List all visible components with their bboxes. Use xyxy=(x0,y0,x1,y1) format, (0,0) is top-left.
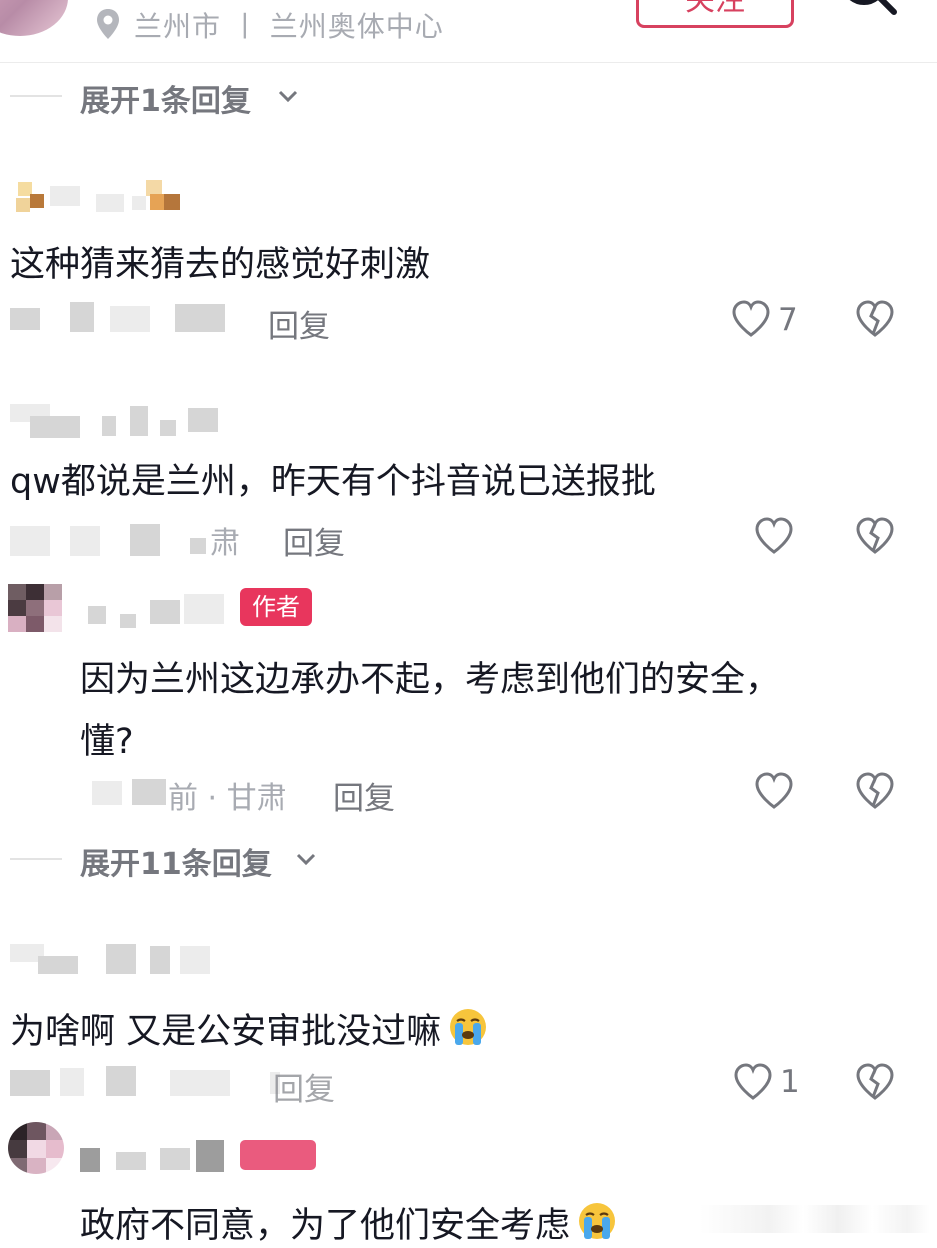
comment-time-location: 前 · 甘肃 xyxy=(168,781,287,816)
commenter-name-blurred[interactable] xyxy=(80,1138,230,1174)
comment-text: 为啥啊 又是公安审批没过嘛 xyxy=(10,1003,489,1054)
chevron-down-icon xyxy=(296,853,316,866)
comment-text: 这种猜来猜去的感觉好刺激 xyxy=(10,245,431,285)
poster-avatar[interactable] xyxy=(0,0,68,36)
like-count: 7 xyxy=(778,302,798,338)
header-divider xyxy=(0,62,937,63)
follow-button-label: 关注 xyxy=(685,0,745,18)
comment-text: 政府不同意，为了他们安全考虑 xyxy=(80,1197,618,1248)
expand-replies-button[interactable]: 展开11条回复 xyxy=(80,839,272,883)
comment-text: 因为兰州这边承办不起，考虑到他们的安全， xyxy=(80,660,781,700)
avatar[interactable] xyxy=(8,584,62,632)
comment-time-blurred xyxy=(86,775,170,809)
expand-replies-button[interactable]: 展开1条回复 xyxy=(80,76,251,120)
author-badge-blurred xyxy=(240,1140,316,1170)
crying-face-emoji xyxy=(579,1203,616,1239)
comment-meta-blurred xyxy=(10,298,230,338)
broken-heart-icon[interactable] xyxy=(855,300,895,338)
watermark xyxy=(700,1205,930,1233)
broken-heart-icon[interactable] xyxy=(855,517,895,555)
reply-button[interactable]: 回复 xyxy=(283,518,345,563)
follow-button[interactable]: 关注 xyxy=(636,0,794,28)
reply-button[interactable]: 回复 xyxy=(273,1064,335,1109)
comment-text-continued: 懂? xyxy=(80,722,134,762)
comment-text-body: 政府不同意，为了他们安全考虑 xyxy=(80,1206,571,1246)
reply-button[interactable]: 回复 xyxy=(333,773,395,818)
location-label[interactable]: 兰州市 丨 兰州奥体中心 xyxy=(134,5,444,45)
commenter-name-blurred[interactable] xyxy=(14,176,184,216)
like-count: 1 xyxy=(780,1064,800,1100)
author-badge: 作者 xyxy=(240,588,312,626)
commenter-name-blurred[interactable] xyxy=(10,940,210,976)
broken-heart-icon[interactable] xyxy=(855,1063,895,1101)
commenter-name-blurred[interactable] xyxy=(80,590,230,630)
heart-outline-icon[interactable] xyxy=(754,517,794,555)
broken-heart-icon[interactable] xyxy=(855,772,895,810)
comment-meta-blurred xyxy=(10,1062,280,1100)
comment-text-body: 为啥啊 又是公安审批没过嘛 xyxy=(10,1012,442,1052)
avatar[interactable] xyxy=(8,1122,64,1174)
heart-outline-icon[interactable] xyxy=(731,300,771,338)
comment-text: qw都说是兰州，昨天有个抖音说已送报批 xyxy=(10,462,656,502)
commenter-name-blurred[interactable] xyxy=(10,402,220,438)
heart-outline-icon[interactable] xyxy=(754,772,794,810)
heart-outline-icon[interactable] xyxy=(733,1063,773,1101)
expand-divider xyxy=(10,858,62,860)
location-pin-icon xyxy=(97,9,119,39)
search-icon[interactable] xyxy=(838,0,902,30)
reply-button[interactable]: 回复 xyxy=(268,301,330,346)
crying-face-emoji xyxy=(450,1009,487,1045)
chevron-down-icon xyxy=(278,90,298,103)
comment-meta-blurred xyxy=(10,518,210,558)
comment-location: 肃 xyxy=(210,526,240,561)
expand-divider xyxy=(10,95,62,97)
